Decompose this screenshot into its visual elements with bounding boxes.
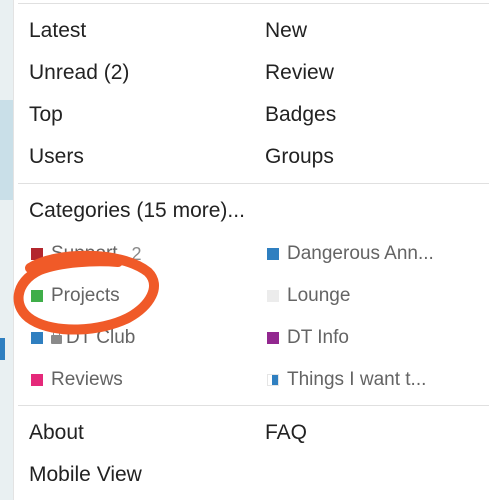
category-dangerous-announcements[interactable]: Dangerous Ann... bbox=[267, 240, 434, 268]
menu-link-about[interactable]: About bbox=[29, 419, 84, 447]
category-support[interactable]: Support 2 bbox=[31, 240, 142, 268]
page: Latest New Unread (2) Review Top Badges … bbox=[0, 0, 501, 500]
menu-link-new[interactable]: New bbox=[265, 17, 307, 45]
menu-link-mobile-view[interactable]: Mobile View bbox=[29, 461, 142, 489]
category-label: DT Info bbox=[287, 327, 349, 348]
lock-icon bbox=[51, 330, 62, 344]
category-label: Reviews bbox=[51, 369, 123, 390]
category-lounge[interactable]: Lounge bbox=[267, 282, 350, 310]
menu-link-badges[interactable]: Badges bbox=[265, 101, 336, 129]
category-label: Support bbox=[51, 243, 118, 264]
menu-link-faq[interactable]: FAQ bbox=[265, 419, 307, 447]
category-label: Things I want t... bbox=[287, 369, 427, 390]
category-color-swatch bbox=[267, 332, 279, 344]
menu-link-users[interactable]: Users bbox=[29, 143, 84, 171]
category-reviews[interactable]: Reviews bbox=[31, 366, 123, 394]
background-marker bbox=[0, 338, 5, 360]
category-label: DT Club bbox=[66, 327, 136, 348]
category-color-swatch bbox=[31, 374, 43, 386]
category-unread-count: 2 bbox=[131, 243, 142, 264]
category-color-swatch bbox=[31, 332, 43, 344]
category-dt-club[interactable]: DT Club bbox=[31, 324, 135, 352]
menu-link-latest[interactable]: Latest bbox=[29, 17, 86, 45]
category-things-i-want[interactable]: Things I want t... bbox=[267, 366, 426, 394]
category-label: Dangerous Ann... bbox=[287, 243, 434, 264]
category-label: Projects bbox=[51, 285, 120, 306]
footer-divider bbox=[18, 405, 489, 406]
top-divider bbox=[18, 3, 489, 4]
category-color-swatch bbox=[31, 248, 43, 260]
category-color-swatch bbox=[267, 290, 279, 302]
background-band bbox=[0, 100, 13, 200]
background-page-strip bbox=[0, 0, 13, 500]
menu-link-unread[interactable]: Unread (2) bbox=[29, 59, 129, 87]
category-color-swatch bbox=[31, 290, 43, 302]
hamburger-menu-panel: Latest New Unread (2) Review Top Badges … bbox=[13, 0, 501, 500]
category-color-swatch bbox=[267, 248, 279, 260]
menu-link-groups[interactable]: Groups bbox=[265, 143, 334, 171]
category-dt-info[interactable]: DT Info bbox=[267, 324, 349, 352]
menu-link-review[interactable]: Review bbox=[265, 59, 334, 87]
categories-heading[interactable]: Categories (15 more)... bbox=[29, 197, 245, 225]
menu-link-top[interactable]: Top bbox=[29, 101, 63, 129]
category-label: Lounge bbox=[287, 285, 351, 306]
categories-divider bbox=[18, 183, 489, 184]
category-projects[interactable]: Projects bbox=[31, 282, 120, 310]
category-color-swatch bbox=[267, 374, 279, 386]
